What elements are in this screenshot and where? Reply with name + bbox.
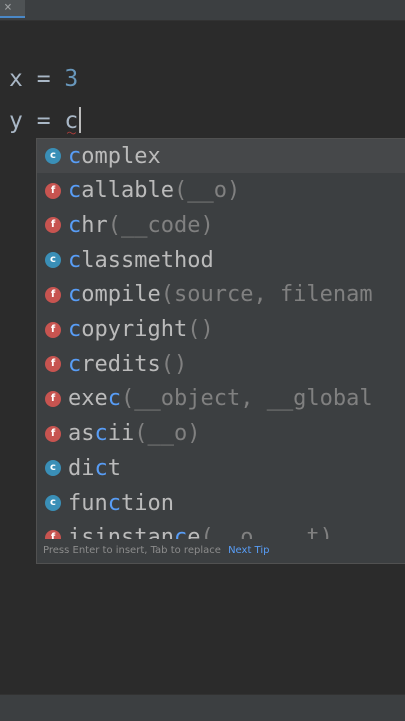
function-badge-icon: f <box>45 217 61 234</box>
signature-params: (__o) <box>173 178 241 204</box>
function-badge-icon: f <box>45 321 61 338</box>
completion-label: copyright <box>68 317 187 342</box>
matched-text: c <box>107 386 121 412</box>
completion-hint: Press Enter to insert, Tab to replace <box>43 545 221 556</box>
matched-text: c <box>107 490 121 516</box>
matched-text: c <box>68 212 82 238</box>
completion-item[interactable]: f compile (source, filenam <box>37 278 405 312</box>
label-rest: redits <box>81 351 161 377</box>
signature-params: (source, filenam <box>160 282 373 308</box>
label-rest: tion <box>121 490 174 516</box>
assignment-operator: = <box>22 66 65 92</box>
completion-label: chr <box>68 213 108 238</box>
matched-text: c <box>68 143 82 169</box>
label-rest: allable <box>81 178 174 204</box>
completion-label: credits <box>68 352 161 377</box>
signature-params: () <box>187 317 214 342</box>
function-badge-icon: f <box>45 425 61 442</box>
class-badge-icon: c <box>45 148 61 164</box>
assignment-operator: = <box>22 108 65 134</box>
matched-text: c <box>68 247 82 273</box>
code-line-2: y = c 〜 <box>9 106 82 140</box>
signature-params: () <box>160 351 188 377</box>
tab-close-icon[interactable]: × <box>4 0 12 15</box>
label-rest: ii <box>107 421 135 447</box>
class-badge-icon: c <box>45 252 61 269</box>
completion-item[interactable]: f copyright() <box>37 313 405 347</box>
label-rest: ompile <box>81 282 161 308</box>
completion-label: exec <box>68 386 121 411</box>
completion-label: callable <box>68 178 174 203</box>
completion-popup: c complex f callable (__o) f chr (__code) c class… <box>36 138 405 564</box>
status-bar <box>0 694 405 721</box>
completion-label: dict <box>68 456 121 481</box>
class-badge-icon: c <box>45 460 61 477</box>
error-squiggle-icon: 〜 <box>66 129 77 140</box>
function-badge-icon: f <box>45 529 61 539</box>
matched-text: c <box>68 351 82 377</box>
matched-text: c <box>68 178 82 204</box>
completion-item[interactable]: c complex <box>37 139 405 173</box>
matched-text: c <box>94 455 108 481</box>
completion-item[interactable]: f exec (__object, __global <box>37 382 405 416</box>
matched-text: c <box>68 282 82 308</box>
completion-label: ascii <box>68 421 134 446</box>
matched-text: c <box>173 525 188 539</box>
matched-text: c <box>68 317 82 342</box>
matched-text: c <box>94 421 108 447</box>
completion-item[interactable]: f isinstance (__o, __t) <box>37 521 405 539</box>
text-caret <box>79 107 82 133</box>
completion-label: function <box>68 491 174 516</box>
editor-tab[interactable]: × <box>0 0 25 18</box>
label-rest: opyright <box>81 317 188 342</box>
completion-label: classmethod <box>68 248 214 273</box>
tab-bar: × <box>0 0 405 21</box>
completion-item[interactable]: f credits() <box>37 347 405 381</box>
label-rest: t <box>107 455 121 481</box>
label-prefix: as <box>68 421 95 447</box>
completion-item[interactable]: f ascii (__o) <box>37 417 405 451</box>
label-rest: hr <box>81 212 108 238</box>
signature-params: (__o, __t) <box>200 525 333 539</box>
function-badge-icon: f <box>45 356 61 373</box>
function-badge-icon: f <box>45 390 61 407</box>
completion-label: complex <box>68 144 161 169</box>
variable-name: x <box>9 66 23 92</box>
completion-list: c complex f callable (__o) f chr (__code) c class… <box>37 139 405 539</box>
completion-footer: Press Enter to insert, Tab to replace Ne… <box>37 539 405 563</box>
completion-label: isinstance <box>68 525 200 539</box>
completion-label: compile <box>68 282 161 307</box>
label-prefix: isinstan <box>68 525 174 539</box>
label-rest: omplex <box>81 143 161 169</box>
signature-params: (__object, __global <box>121 386 373 412</box>
function-badge-icon: f <box>45 182 61 199</box>
variable-name: y <box>9 108 23 134</box>
number-literal: 3 <box>64 66 79 92</box>
label-rest: e <box>187 525 201 539</box>
signature-params: (__o) <box>134 421 201 447</box>
label-prefix: fun <box>68 490 108 516</box>
typed-prefix-wrap: c 〜 <box>64 108 78 140</box>
completion-item[interactable]: f chr (__code) <box>37 208 405 242</box>
completion-item[interactable]: c function <box>37 486 405 520</box>
label-rest: lassmethod <box>81 247 214 273</box>
signature-params: (__code) <box>107 212 214 238</box>
function-badge-icon: f <box>45 286 61 303</box>
label-prefix: di <box>68 455 95 481</box>
next-tip-link[interactable]: Next Tip <box>228 545 269 556</box>
class-badge-icon: c <box>45 495 61 511</box>
code-line-1: x = 3 <box>9 64 78 94</box>
label-prefix: exe <box>68 386 108 412</box>
completion-item[interactable]: f callable (__o) <box>37 174 405 208</box>
completion-item[interactable]: c classmethod <box>37 243 405 277</box>
completion-item[interactable]: c dict <box>37 451 405 485</box>
